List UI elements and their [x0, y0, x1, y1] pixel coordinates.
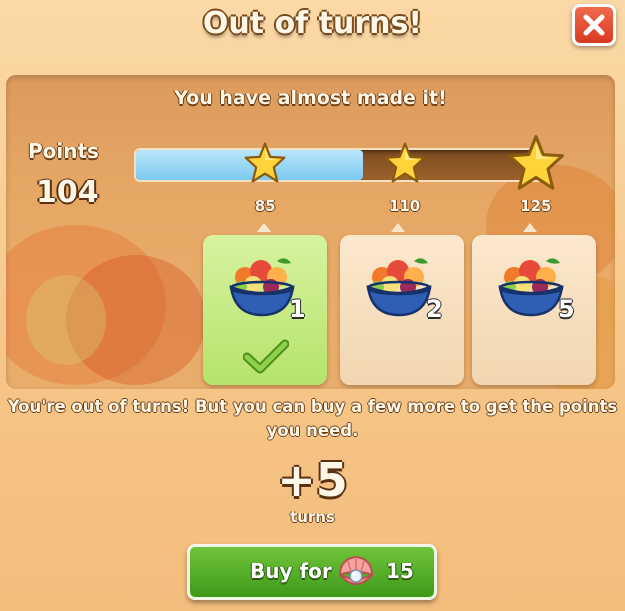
checkmark-icon	[243, 339, 289, 374]
points-label: Points	[28, 139, 99, 163]
buy-price: 15	[386, 559, 414, 583]
points-value: 104	[36, 175, 99, 210]
reward-card-1: 1	[203, 235, 327, 385]
fruit-bowl-icon	[229, 258, 295, 317]
reward-count: 1	[289, 295, 306, 323]
out-of-turns-message: You're out of turns! But you can buy a f…	[7, 397, 618, 440]
star-icon-3	[507, 135, 564, 190]
close-button[interactable]	[572, 4, 616, 46]
fruit-bowl-icon	[498, 258, 564, 317]
turns-amount: +5	[277, 453, 348, 507]
buy-turns-button[interactable]: Buy for 15	[187, 544, 437, 600]
milestone-pointer-1	[257, 223, 271, 232]
milestone-label-2: 110	[388, 197, 421, 215]
turns-label: turns	[290, 508, 335, 526]
progress-panel: You have almost made it! Points 104 85 1…	[6, 75, 615, 389]
reward-card-3: 5	[472, 235, 596, 385]
milestone-label-1: 85	[254, 197, 276, 215]
close-icon	[583, 14, 605, 36]
fruit-bowl-icon	[366, 258, 432, 317]
panel-subtitle: You have almost made it!	[174, 87, 447, 109]
progress-track	[134, 148, 544, 182]
star-icon-2	[384, 142, 426, 183]
dialog-title: Out of turns!	[202, 6, 423, 41]
milestone-label-3: 125	[520, 197, 552, 215]
buy-button-label: Buy for	[250, 559, 332, 583]
pearl-shell-icon	[338, 555, 374, 585]
star-icon-1	[244, 142, 286, 183]
milestone-pointer-2	[391, 223, 405, 232]
reward-count: 5	[558, 295, 575, 323]
out-of-turns-dialog: Out of turns! You have almost made it! P…	[0, 0, 625, 611]
reward-count: 2	[426, 295, 443, 323]
milestone-pointer-3	[523, 223, 537, 232]
reward-card-2: 2	[340, 235, 464, 385]
